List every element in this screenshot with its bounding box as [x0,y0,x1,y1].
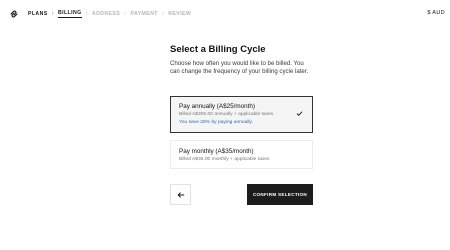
breadcrumb-plans[interactable]: PLANS [28,11,48,17]
breadcrumb: PLANS › BILLING › ADDRESS › PAYMENT › RE… [28,10,191,18]
billing-cycle-intro: Select a Billing Cycle Choose how often … [170,44,314,75]
option-title: Pay annually (A$25/month) [179,103,255,110]
option-title: Pay monthly (A$35/month) [179,148,254,155]
billing-option-monthly[interactable]: Pay monthly (A$35/month) Billed A$35.00 … [170,140,313,169]
breadcrumb-review: REVIEW [168,11,192,17]
page-title: Select a Billing Cycle [170,44,266,55]
page-description: Choose how often you would like to be bi… [170,60,309,75]
breadcrumb-payment: PAYMENT [130,11,158,17]
billing-option-annual[interactable]: Pay annually (A$25/month) Billed A$300.0… [170,96,313,133]
breadcrumb-billing: BILLING [58,10,82,18]
breadcrumb-address: ADDRESS [91,11,121,17]
checkmark-icon [296,111,303,116]
option-subtitle: Billed A$35.00 monthly + applicable taxe… [179,157,270,162]
option-savings-note: You save 28% by paying annually. [179,120,253,125]
chevron-right-icon: › [85,10,88,17]
top-navigation-bar: PLANS › BILLING › ADDRESS › PAYMENT › RE… [0,0,450,28]
squarespace-logo-icon[interactable] [9,9,19,19]
chevron-right-icon: › [124,10,127,17]
chevron-right-icon: › [161,10,165,17]
option-subtitle: Billed A$300.00 annually + applicable ta… [179,112,274,117]
confirm-selection-button[interactable]: CONFIRM SELECTION [247,184,313,205]
back-button[interactable] [170,184,191,205]
arrow-left-icon [177,191,184,198]
chevron-right-icon: › [51,10,54,17]
currency-selector[interactable]: $ AUD [427,10,445,16]
